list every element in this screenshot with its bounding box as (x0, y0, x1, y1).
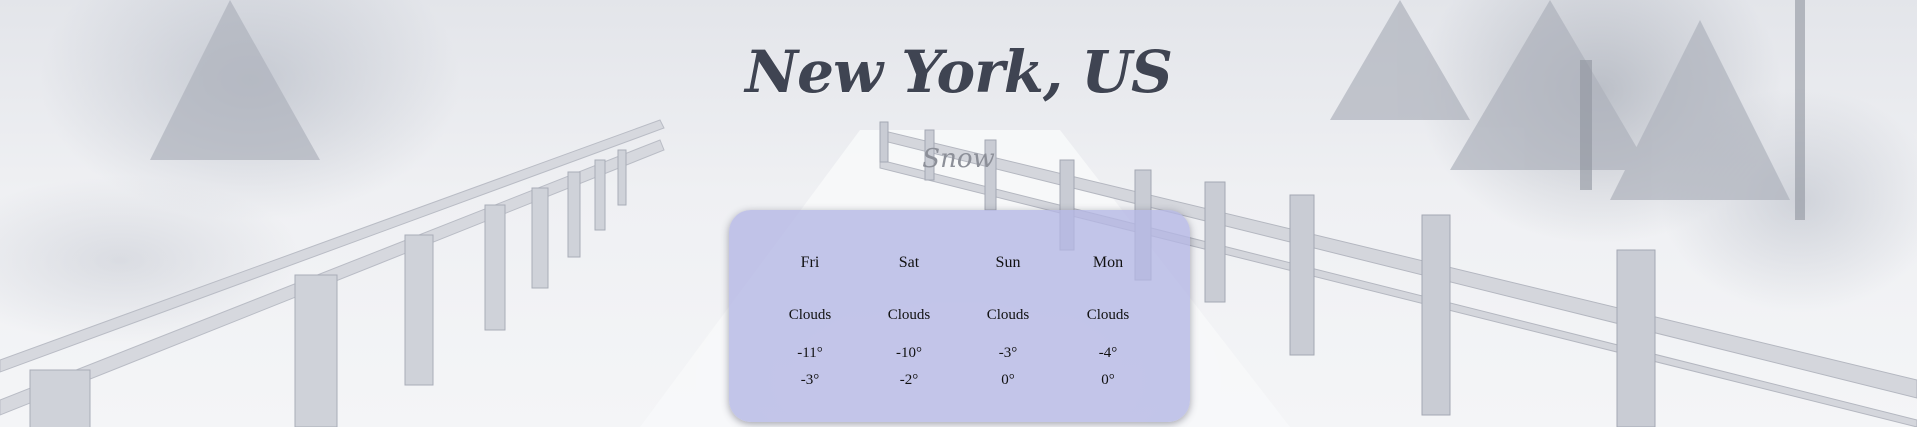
current-condition: Snow (922, 144, 995, 174)
day-name: Fri (800, 254, 820, 271)
day-temp-high: -3° (800, 372, 820, 388)
day-name: Mon (1092, 254, 1124, 271)
day-name: Sat (898, 254, 920, 271)
forecast-card: Fri Clouds -11° -3° Sat Clouds -10° -2° … (729, 210, 1190, 422)
day-temp-low: -3° (998, 345, 1018, 361)
day-condition: Clouds (887, 307, 931, 323)
day-name: Sun (995, 254, 1021, 271)
day-temp-high: 0° (1001, 372, 1015, 388)
day-temp-high: -2° (899, 372, 919, 388)
day-temp-high: 0° (1101, 372, 1115, 388)
day-temp-low: -10° (896, 345, 922, 361)
day-temp-low: -4° (1098, 345, 1118, 361)
city-title: New York, US (745, 38, 1173, 106)
day-condition: Clouds (788, 307, 832, 323)
day-temp-low: -11° (797, 345, 823, 361)
day-condition: Clouds (1086, 307, 1130, 323)
day-condition: Clouds (986, 307, 1030, 323)
